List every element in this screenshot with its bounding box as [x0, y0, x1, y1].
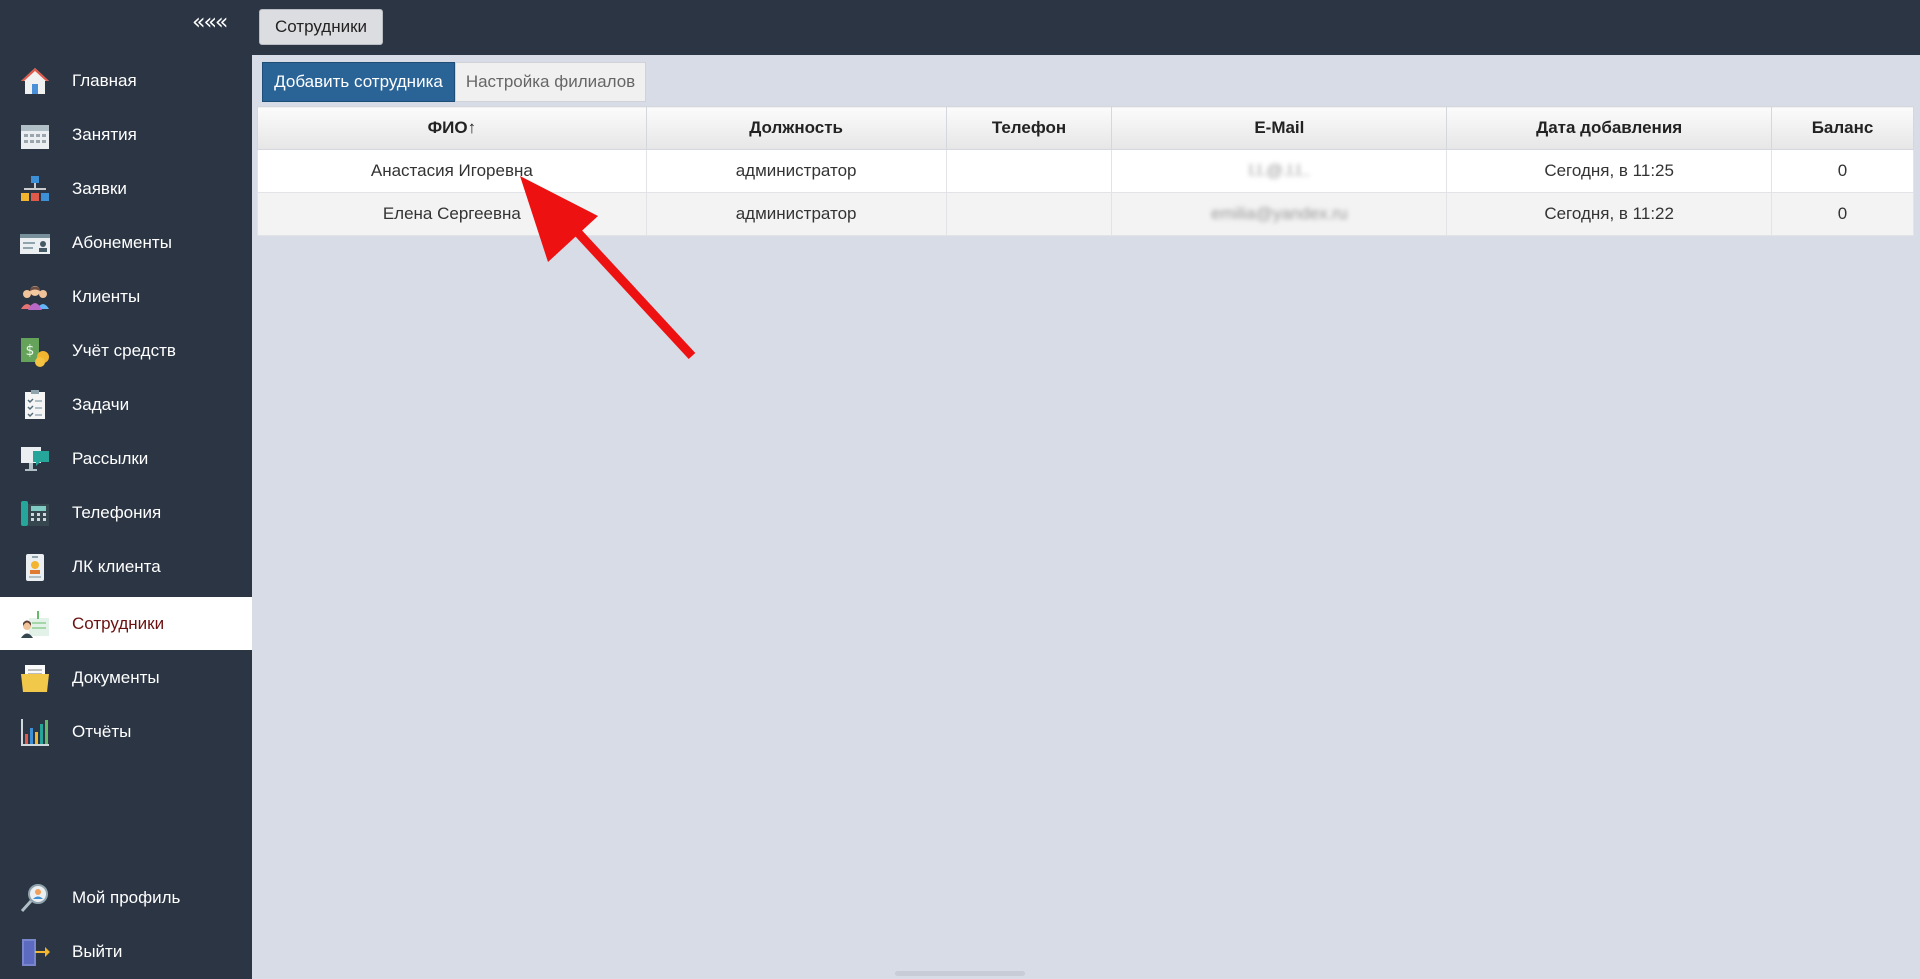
email-text-obscured: emilia@yandex.ru [1211, 204, 1348, 223]
sidebar-item-tasks[interactable]: Задачи [0, 378, 252, 431]
client-badge-icon [18, 550, 52, 584]
sidebar-collapse-toggle[interactable]: ««« [192, 10, 228, 35]
sidebar-item-mailings[interactable]: Рассылки [0, 432, 252, 485]
profile-search-icon [18, 881, 52, 915]
sidebar-item-telephony[interactable]: Телефония [0, 486, 252, 539]
sidebar-item-label: Сотрудники [72, 613, 165, 633]
sidebar-item-employees[interactable]: Сотрудники [0, 597, 252, 650]
cell-date-added: Сегодня, в 11:25 [1446, 149, 1773, 193]
sidebar-item-label: Документы [72, 667, 160, 687]
sidebar-item-clients[interactable]: Клиенты [0, 270, 252, 323]
sidebar-item-reports[interactable]: Отчёты [0, 705, 252, 758]
column-header-balance[interactable]: Баланс [1771, 106, 1914, 150]
logout-door-icon [18, 935, 52, 969]
cell-balance: 0 [1771, 149, 1914, 193]
horizontal-scroll-handle[interactable] [895, 971, 1025, 976]
sidebar-item-requests[interactable]: Заявки [0, 162, 252, 215]
cell-email: emilia@yandex.ru [1111, 192, 1448, 236]
employees-icon [18, 607, 52, 641]
sidebar: ««« Главная Занятия Заявки Абонементы Кл… [0, 0, 252, 979]
cell-balance: 0 [1771, 192, 1914, 236]
column-header-name[interactable]: ФИО↑ [257, 106, 647, 150]
sidebar-item-label: Рассылки [72, 448, 149, 468]
column-header-date-added[interactable]: Дата добавления [1446, 106, 1773, 150]
sidebar-item-logout[interactable]: Выйти [0, 925, 252, 978]
sidebar-item-label: Заявки [72, 178, 127, 198]
tab-employees[interactable]: Сотрудники [259, 9, 383, 45]
money-coins-icon: $ [18, 334, 52, 368]
sidebar-item-label: Занятия [72, 124, 137, 144]
home-icon [18, 64, 52, 98]
reports-bar-chart-icon [18, 715, 52, 749]
sidebar-item-my-profile[interactable]: Мой профиль [0, 871, 252, 924]
add-employee-button[interactable]: Добавить сотрудника [262, 62, 455, 102]
sidebar-item-documents[interactable]: Документы [0, 651, 252, 704]
sidebar-item-memberships[interactable]: Абонементы [0, 216, 252, 269]
cell-email: l.l.@.l.l.. [1111, 149, 1448, 193]
mailing-monitor-icon [18, 442, 52, 476]
sidebar-item-lessons[interactable]: Занятия [0, 108, 252, 161]
documents-folder-icon [18, 661, 52, 695]
sidebar-item-client-portal[interactable]: ЛК клиента [0, 540, 252, 593]
sidebar-item-label: Телефония [72, 502, 162, 522]
requests-tree-icon [18, 172, 52, 206]
sidebar-item-finance[interactable]: $ Учёт средств [0, 324, 252, 377]
clients-group-icon [18, 280, 52, 314]
sidebar-item-label: Главная [72, 70, 137, 90]
membership-card-icon [18, 226, 52, 260]
sidebar-item-label: ЛК клиента [72, 556, 161, 576]
sidebar-item-label: Клиенты [72, 286, 141, 306]
column-header-email[interactable]: E-Mail [1111, 106, 1448, 150]
cell-phone [945, 149, 1113, 193]
sidebar-item-label: Задачи [72, 394, 130, 414]
svg-text:$: $ [26, 343, 35, 359]
sidebar-item-home[interactable]: Главная [0, 54, 252, 107]
tasks-checklist-icon [18, 388, 52, 422]
telephone-icon [18, 496, 52, 530]
column-header-position[interactable]: Должность [645, 106, 947, 150]
calendar-icon [18, 118, 52, 152]
sidebar-item-label: Мой профиль [72, 887, 181, 907]
cell-date-added: Сегодня, в 11:22 [1446, 192, 1773, 236]
table-header-row: ФИО↑ Должность Телефон E-Mail Дата добав… [257, 106, 1914, 150]
annotation-arrow [520, 176, 696, 360]
top-bar [252, 0, 1920, 55]
sidebar-item-label: Выйти [72, 941, 123, 961]
email-text-obscured: l.l.@.l.l.. [1248, 161, 1310, 180]
sidebar-item-label: Отчёты [72, 721, 132, 741]
sidebar-item-label: Абонементы [72, 232, 172, 252]
branch-settings-button[interactable]: Настройка филиалов [455, 62, 646, 102]
column-header-phone[interactable]: Телефон [945, 106, 1113, 150]
cell-phone [945, 192, 1113, 236]
sidebar-item-label: Учёт средств [72, 340, 176, 360]
